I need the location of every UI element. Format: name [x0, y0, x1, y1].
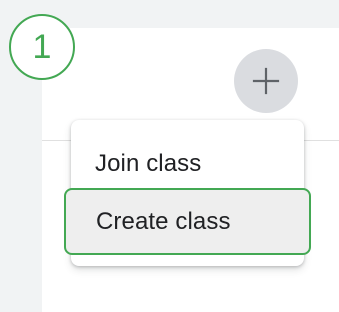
create-class-menu-item[interactable]: Create class: [64, 188, 311, 255]
join-class-menu-item[interactable]: Join class: [71, 132, 304, 196]
add-class-button[interactable]: [234, 49, 298, 113]
join-class-label: Join class: [95, 150, 202, 177]
step-badge: 1: [9, 14, 75, 80]
class-actions-menu: Join class Create class: [64, 120, 311, 266]
step-number: 1: [32, 28, 52, 66]
plus-icon: [252, 67, 280, 95]
create-class-label: Create class: [96, 207, 231, 235]
